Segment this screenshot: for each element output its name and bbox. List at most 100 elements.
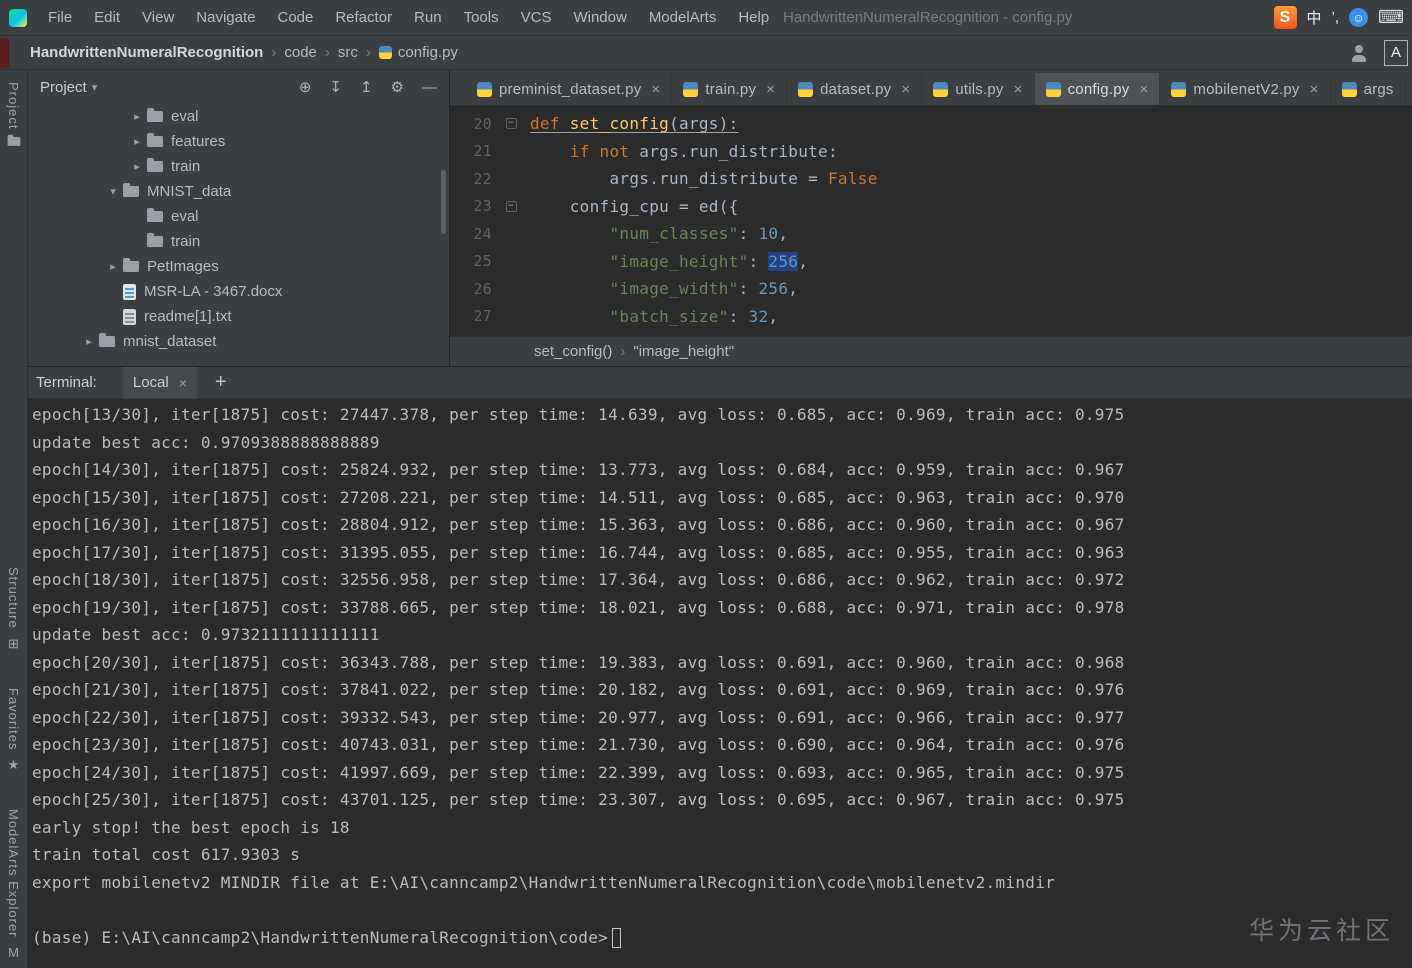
tool-button-favorites[interactable]: Favorites ★ [6, 688, 21, 773]
doc-icon [123, 283, 136, 300]
tool-button-modelarts-explorer[interactable]: ModelArts Explorer M [6, 809, 21, 960]
breadcrumb-separator: › [365, 44, 371, 61]
terminal-line: epoch[22/30], iter[1875] cost: 39332.543… [32, 707, 1125, 727]
menu-navigate[interactable]: Navigate [185, 0, 266, 35]
line-number: 22 [473, 169, 492, 188]
code-line[interactable]: 23− config_cpu = ed({ [450, 193, 1412, 221]
breadcrumb-item-config-py[interactable]: config.py [378, 44, 458, 61]
sogou-ime-icon[interactable]: S [1273, 6, 1297, 29]
menu-window[interactable]: Window [562, 0, 637, 35]
terminal-body[interactable]: epoch[13/30], iter[1875] cost: 27447.378… [28, 399, 1412, 968]
select-opened-file-icon[interactable]: ⊕ [299, 78, 312, 96]
close-icon[interactable]: × [179, 375, 187, 391]
menu-code[interactable]: Code [266, 0, 324, 35]
code-line[interactable]: 20− def set_config(args): [450, 110, 1412, 138]
breadcrumb-item-src[interactable]: src [338, 44, 358, 61]
ime-punctuation-icon[interactable]: ’, [1332, 9, 1340, 26]
folder-icon [147, 233, 163, 247]
terminal-line: epoch[16/30], iter[1875] cost: 28804.912… [32, 515, 1125, 534]
tab-dataset-py[interactable]: dataset.py × [787, 73, 923, 105]
tab-mobilenetv2-py[interactable]: mobilenetV2.py × [1160, 73, 1331, 105]
code-line[interactable]: 24 "num_classes": 10, [450, 220, 1412, 248]
tool-button-project[interactable]: Project [6, 82, 22, 147]
terminal-tab-local[interactable]: Local × [122, 366, 197, 399]
tree-item-eval[interactable]: eval [28, 204, 449, 229]
menu-file[interactable]: File [37, 0, 83, 35]
app-logo-icon[interactable] [9, 8, 27, 27]
settings-icon[interactable]: ⚙ [391, 78, 404, 96]
breadcrumb-item-handwrittennumeralrecognition[interactable]: HandwrittenNumeralRecognition [30, 44, 263, 61]
close-icon[interactable]: × [1139, 81, 1148, 98]
tab-utils-py[interactable]: utils.py × [922, 73, 1035, 105]
chevron-right-icon[interactable]: ▸ [127, 110, 147, 123]
expand-all-icon[interactable]: ↧ [329, 78, 342, 96]
tab-preminist-dataset-py[interactable]: preminist_dataset.py × [466, 73, 673, 105]
tree-item-eval[interactable]: ▸ eval [28, 104, 449, 129]
breadcrumb-item-code[interactable]: code [284, 44, 317, 61]
chevron-right-icon[interactable]: ▸ [127, 160, 147, 173]
fold-icon[interactable]: − [505, 118, 517, 130]
menu-tools[interactable]: Tools [453, 0, 510, 35]
ime-language-icon[interactable]: 中 [1307, 7, 1322, 28]
stripe-bottom: Structure ⊞ Favorites ★ ModelArts Explorer M [6, 567, 21, 960]
menu-run[interactable]: Run [403, 0, 453, 35]
tree-item-mnist-dataset[interactable]: ▸ mnist_dataset [28, 329, 449, 354]
terminal-title: Terminal: [36, 374, 97, 391]
editor-breadcrumb-item[interactable]: "image_height" [633, 343, 734, 360]
code-line[interactable]: 27 "batch_size": 32, [450, 303, 1412, 331]
terminal-tab-label: Local [132, 374, 169, 391]
line-number: 21 [473, 142, 492, 161]
chevron-down-icon[interactable]: ▾ [103, 185, 123, 198]
tree-item-msr-la-3467-docx[interactable]: MSR-LA - 3467.docx [28, 279, 449, 304]
tab-args[interactable]: args [1330, 73, 1406, 105]
pycharm-window: File Edit View Navigate Code Refactor Run Tools… [0, 0, 1412, 968]
code-line[interactable]: 25 "image_height": 256, [450, 248, 1412, 276]
tree-item-train[interactable]: train [28, 229, 449, 254]
menu-refactor[interactable]: Refactor [324, 0, 403, 35]
code-line[interactable]: 21 if not args.run_distribute: [450, 138, 1412, 166]
breadcrumb-separator: › [324, 44, 330, 61]
menu-help[interactable]: Help [727, 0, 780, 35]
python-file-icon [378, 46, 392, 59]
close-icon[interactable]: × [1014, 81, 1023, 98]
terminal-line: epoch[18/30], iter[1875] cost: 32556.958… [32, 570, 1125, 589]
menu-vcs[interactable]: VCS [510, 0, 563, 35]
menu-modelarts[interactable]: ModelArts [638, 0, 728, 35]
hide-panel-icon[interactable]: — [422, 79, 437, 96]
chevron-right-icon[interactable]: ▸ [103, 260, 123, 273]
project-scrollbar[interactable] [441, 170, 446, 234]
code-editor[interactable]: 20− def set_config(args): 21 if not args.r… [450, 106, 1412, 336]
collapse-all-icon[interactable]: ↥ [360, 78, 373, 96]
tool-button-structure[interactable]: Structure ⊞ [6, 567, 21, 652]
terminal-line: train total cost 617.9303 s [32, 845, 301, 864]
close-icon[interactable]: × [901, 81, 910, 98]
chevron-right-icon[interactable]: ▸ [79, 335, 99, 348]
close-icon[interactable]: × [651, 81, 660, 98]
menu-view[interactable]: View [131, 0, 185, 35]
close-icon[interactable]: × [766, 81, 775, 98]
code-line[interactable]: 22 args.run_distribute = False [450, 165, 1412, 193]
project-tool-window: Project ▾ ⊕ ↧ ↥ ⚙ — ▸ eval ▸ features ▸ train ▾ MNI… [28, 70, 450, 366]
tree-item-mnist-data[interactable]: ▾ MNIST_data [28, 179, 449, 204]
tab-train-py[interactable]: train.py × [672, 73, 788, 105]
tree-item-petimages[interactable]: ▸ PetImages [28, 254, 449, 279]
ime-a-badge[interactable]: A [1384, 39, 1408, 66]
tree-item-train[interactable]: ▸ train [28, 154, 449, 179]
ime-status-icon[interactable]: ☺ [1349, 8, 1369, 27]
chevron-right-icon[interactable]: ▸ [127, 135, 147, 148]
tab-config-py[interactable]: config.py × [1034, 73, 1161, 105]
user-settings-icon[interactable] [1350, 44, 1368, 62]
editor-breadcrumb-item[interactable]: set_config() [534, 343, 612, 360]
fold-icon[interactable]: − [505, 200, 517, 212]
new-terminal-button[interactable]: + [215, 371, 227, 394]
menu-edit[interactable]: Edit [83, 0, 131, 35]
tree-item-features[interactable]: ▸ features [28, 129, 449, 154]
close-icon[interactable]: × [1310, 81, 1319, 98]
soft-keyboard-icon[interactable]: ⌨ [1378, 7, 1404, 28]
project-panel-title[interactable]: Project [40, 79, 87, 96]
chevron-down-icon[interactable]: ▾ [92, 81, 98, 94]
folder-icon [147, 108, 163, 122]
tree-item-readme-1-txt[interactable]: readme[1].txt [28, 304, 449, 329]
menu-bar: File Edit View Navigate Code Refactor Run Tools… [0, 0, 1412, 36]
code-line[interactable]: 26 "image_width": 256, [450, 275, 1412, 303]
